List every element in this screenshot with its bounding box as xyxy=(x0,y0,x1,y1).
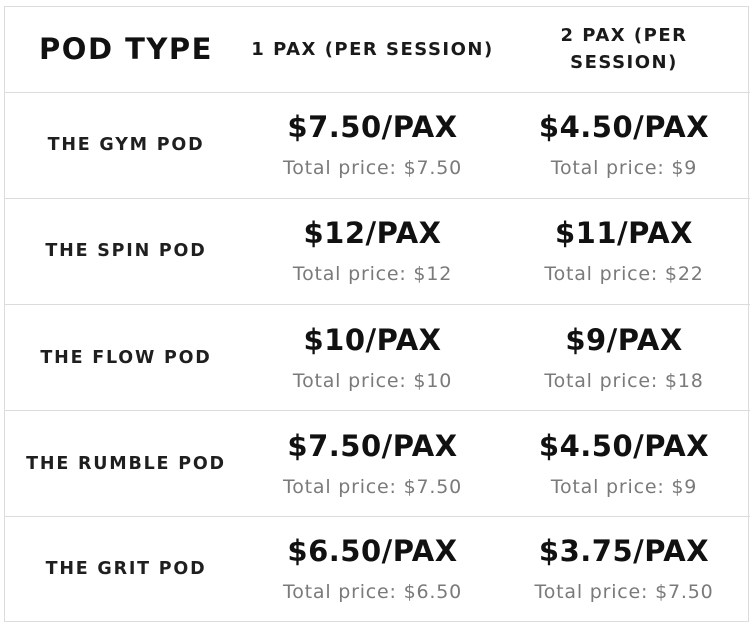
pricing-table-container: POD TYPE 1 PAX (PER SESSION) 2 PAX (PER … xyxy=(4,6,750,622)
pod-name-cell: THE FLOW POD xyxy=(5,304,247,410)
one-pax-cell: $10/PAX Total price: $10 xyxy=(247,304,498,410)
two-pax-cell: $3.75/PAX Total price: $7.50 xyxy=(498,517,750,621)
table-header-row: POD TYPE 1 PAX (PER SESSION) 2 PAX (PER … xyxy=(5,7,750,93)
one-pax-cell: $6.50/PAX Total price: $6.50 xyxy=(247,517,498,621)
two-pax-cell: $9/PAX Total price: $18 xyxy=(498,304,750,410)
pod-name-cell: THE GRIT POD xyxy=(5,517,247,621)
table-row: THE RUMBLE POD $7.50/PAX Total price: $7… xyxy=(5,411,750,517)
one-pax-total: Total price: $10 xyxy=(292,369,453,392)
two-pax-price: $11/PAX xyxy=(554,216,694,251)
pod-type-header: POD TYPE xyxy=(39,32,213,67)
header-cell-1-pax: 1 PAX (PER SESSION) xyxy=(247,7,498,92)
pod-name-cell: THE SPIN POD xyxy=(5,198,247,304)
two-pax-total: Total price: $22 xyxy=(544,263,704,286)
table-row: THE FLOW POD $10/PAX Total price: $10 $9… xyxy=(5,304,750,411)
pod-name: THE FLOW POD xyxy=(40,347,212,368)
two-pax-cell: $11/PAX Total price: $22 xyxy=(498,198,750,304)
one-pax-total: Total price: $12 xyxy=(292,263,453,286)
pod-name: THE GRIT POD xyxy=(45,559,207,580)
header-cell-pod-type: POD TYPE xyxy=(5,7,247,92)
pod-name: THE GYM POD xyxy=(47,135,205,156)
one-pax-cell: $12/PAX Total price: $12 xyxy=(247,198,498,304)
pod-name: THE RUMBLE POD xyxy=(26,453,226,474)
one-pax-cell: $7.50/PAX Total price: $7.50 xyxy=(247,92,498,198)
two-pax-total: Total price: $9 xyxy=(550,475,698,498)
pod-name-cell: THE RUMBLE POD xyxy=(5,411,247,517)
one-pax-price: $10/PAX xyxy=(303,322,442,357)
one-pax-header: 1 PAX (PER SESSION) xyxy=(251,38,494,60)
pod-name: THE SPIN POD xyxy=(45,241,207,262)
two-pax-cell: $4.50/PAX Total price: $9 xyxy=(498,92,750,198)
table-row: THE SPIN POD $12/PAX Total price: $12 $1… xyxy=(5,198,750,305)
one-pax-price: $7.50/PAX xyxy=(287,428,458,463)
one-pax-total: Total price: $6.50 xyxy=(283,581,462,604)
two-pax-total: Total price: $7.50 xyxy=(534,581,714,604)
two-pax-price: $4.50/PAX xyxy=(538,428,710,463)
table-row: THE GYM POD $7.50/PAX Total price: $7.50… xyxy=(5,92,750,199)
two-pax-header: 2 PAX (PER SESSION) xyxy=(560,25,688,74)
one-pax-total: Total price: $7.50 xyxy=(283,157,462,180)
one-pax-price: $6.50/PAX xyxy=(287,534,458,569)
two-pax-price: $3.75/PAX xyxy=(538,534,710,569)
two-pax-cell: $4.50/PAX Total price: $9 xyxy=(498,411,750,517)
one-pax-total: Total price: $7.50 xyxy=(283,475,462,498)
one-pax-cell: $7.50/PAX Total price: $7.50 xyxy=(247,411,498,517)
two-pax-price: $4.50/PAX xyxy=(538,110,710,145)
one-pax-price: $7.50/PAX xyxy=(287,110,458,145)
header-cell-2-pax: 2 PAX (PER SESSION) xyxy=(498,7,750,92)
two-pax-price: $9/PAX xyxy=(565,322,683,357)
one-pax-price: $12/PAX xyxy=(303,216,442,251)
table-row: THE GRIT POD $6.50/PAX Total price: $6.5… xyxy=(5,517,750,621)
pricing-table: POD TYPE 1 PAX (PER SESSION) 2 PAX (PER … xyxy=(5,7,750,621)
pod-name-cell: THE GYM POD xyxy=(5,92,247,198)
two-pax-total: Total price: $9 xyxy=(550,157,698,180)
two-pax-total: Total price: $18 xyxy=(544,369,704,392)
